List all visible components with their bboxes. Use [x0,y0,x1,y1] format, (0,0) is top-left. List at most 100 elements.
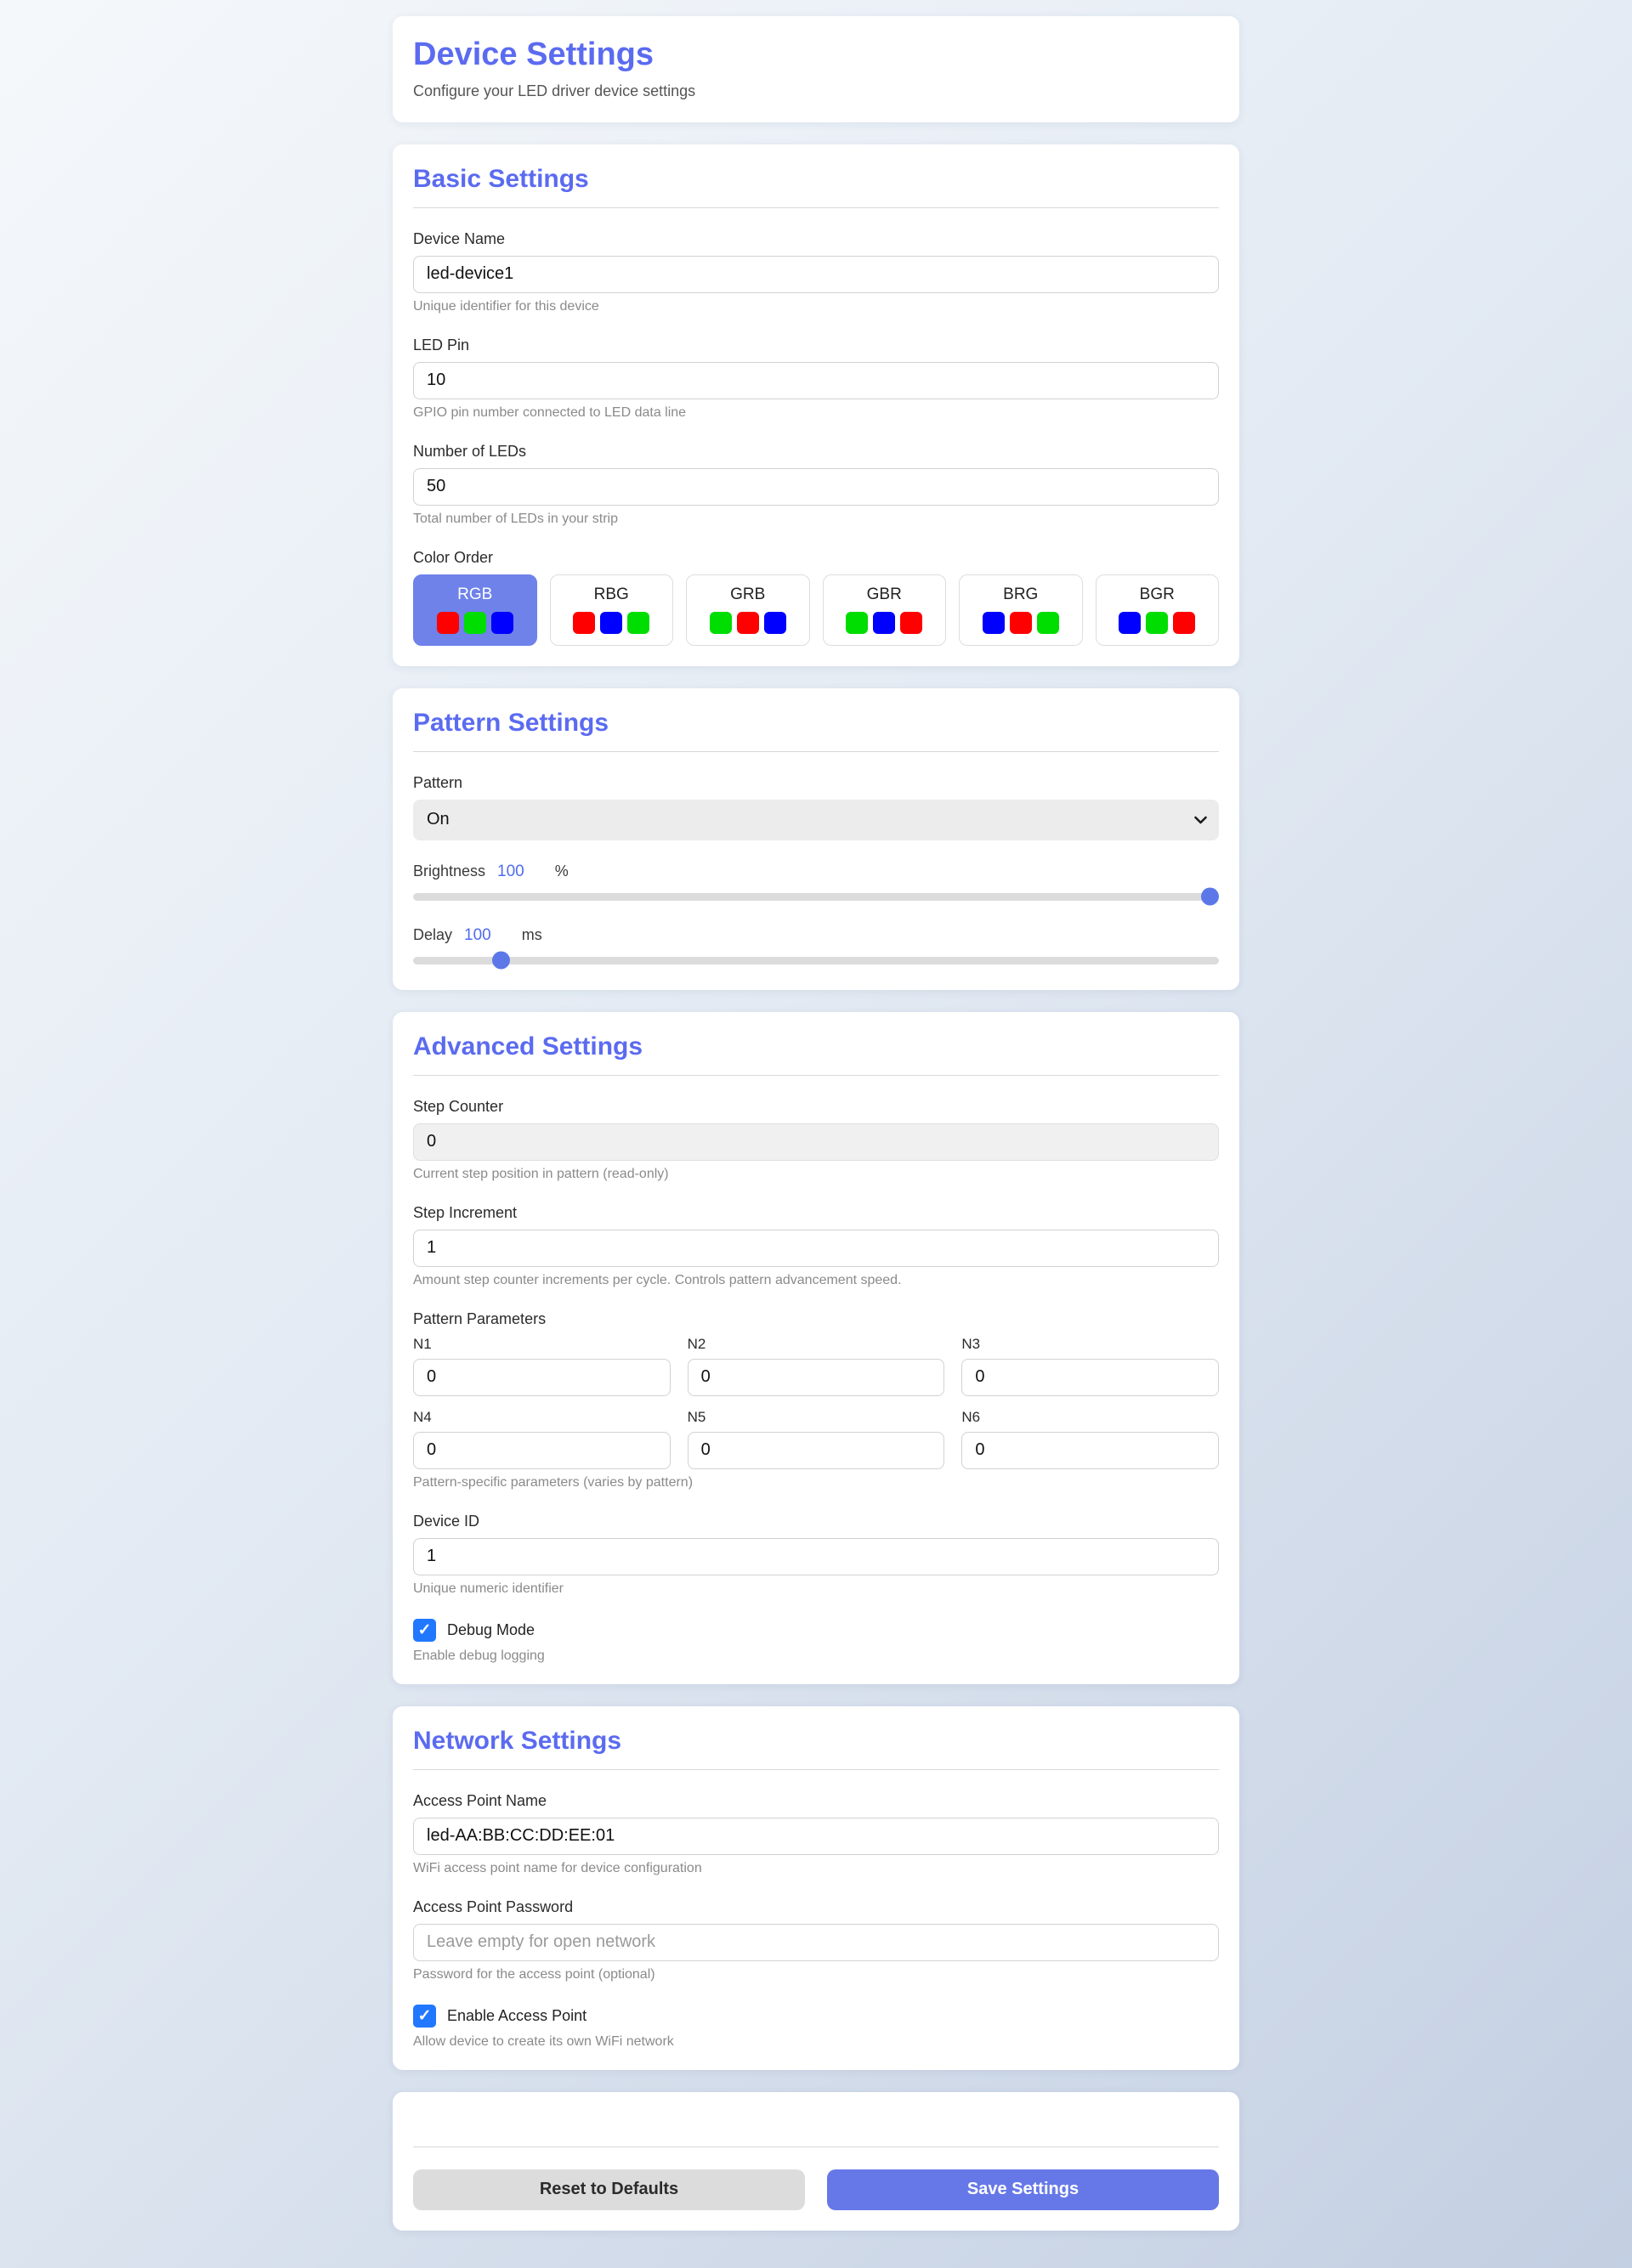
swatch-row [437,612,513,634]
brightness-slider-thumb[interactable] [1201,888,1219,906]
ap-name-hint: WiFi access point name for device config… [413,1861,1219,1876]
reset-defaults-button[interactable]: Reset to Defaults [413,2169,805,2210]
delay-row: Delay 100 ms [413,926,1219,945]
chevron-down-icon [1194,810,1207,829]
color-swatch [710,612,732,634]
check-icon: ✓ [418,2008,432,2024]
step-counter-field-group: Step Counter Current step position in pa… [413,1098,1219,1182]
pattern-settings-title: Pattern Settings [413,709,1219,738]
led-pin-label: LED Pin [413,337,1219,354]
param-n3-input[interactable] [961,1359,1219,1396]
pattern-parameters-hint: Pattern-specific parameters (varies by p… [413,1475,1219,1490]
param-n4-cell: N4 [413,1409,671,1469]
step-counter-label: Step Counter [413,1098,1219,1116]
step-counter-input [413,1123,1219,1161]
debug-mode-row: ✓ Debug Mode [413,1619,1219,1642]
device-name-hint: Unique identifier for this device [413,299,1219,314]
color-order-option-grb[interactable]: GRB [686,574,810,646]
ap-password-input[interactable] [413,1924,1219,1961]
swatch-row [573,612,649,634]
color-swatch [1010,612,1032,634]
ap-name-field-group: Access Point Name WiFi access point name… [413,1792,1219,1876]
num-leds-hint: Total number of LEDs in your strip [413,512,1219,527]
brightness-unit: % [555,863,569,880]
footer-spacer [413,2112,1219,2146]
param-n5-input[interactable] [688,1432,945,1469]
delay-slider-thumb[interactable] [492,952,510,970]
color-swatch [464,612,486,634]
delay-unit: ms [522,926,542,944]
page-title: Device Settings [413,37,1219,74]
param-n6-input[interactable] [961,1432,1219,1469]
delay-slider[interactable] [413,957,1219,964]
device-name-input[interactable] [413,256,1219,293]
ap-name-input[interactable] [413,1818,1219,1855]
color-order-option-label: RGB [457,585,492,604]
ap-password-hint: Password for the access point (optional) [413,1967,1219,1982]
color-swatch [764,612,786,634]
device-id-input[interactable] [413,1538,1219,1575]
param-n6-cell: N6 [961,1409,1219,1469]
step-counter-hint: Current step position in pattern (read-o… [413,1167,1219,1182]
led-pin-field-group: LED Pin GPIO pin number connected to LED… [413,337,1219,421]
param-n4-input[interactable] [413,1432,671,1469]
color-swatch [1119,612,1141,634]
color-order-option-rgb[interactable]: RGB [413,574,537,646]
section-divider [413,207,1219,208]
footer-button-row: Reset to Defaults Save Settings [413,2169,1219,2210]
enable-ap-checkbox[interactable]: ✓ [413,2005,436,2028]
delay-label: Delay [413,926,452,944]
param-n2-input[interactable] [688,1359,945,1396]
param-n1-cell: N1 [413,1336,671,1396]
color-order-label: Color Order [413,549,1219,567]
network-settings-title: Network Settings [413,1727,1219,1756]
color-order-option-brg[interactable]: BRG [959,574,1083,646]
color-swatch [846,612,868,634]
actions-card: Reset to Defaults Save Settings [393,2092,1239,2231]
color-swatch [1173,612,1195,634]
param-n3-cell: N3 [961,1336,1219,1396]
basic-settings-title: Basic Settings [413,165,1219,194]
param-n3-label: N3 [961,1336,1219,1353]
debug-mode-group: ✓ Debug Mode Enable debug logging [413,1619,1219,1664]
swatch-row [1119,612,1195,634]
color-order-option-label: RBG [594,585,629,604]
param-n1-input[interactable] [413,1359,671,1396]
debug-mode-checkbox[interactable]: ✓ [413,1619,436,1642]
device-id-hint: Unique numeric identifier [413,1581,1219,1597]
section-divider [413,751,1219,752]
color-swatch [1146,612,1168,634]
color-swatch [873,612,895,634]
save-settings-button[interactable]: Save Settings [827,2169,1219,2210]
color-swatch [737,612,759,634]
color-swatch [437,612,459,634]
step-increment-input[interactable] [413,1230,1219,1267]
pattern-parameters-label: Pattern Parameters [413,1310,1219,1328]
check-icon: ✓ [418,1622,432,1638]
num-leds-input[interactable] [413,468,1219,506]
swatch-row [846,612,922,634]
led-pin-input[interactable] [413,362,1219,399]
num-leds-label: Number of LEDs [413,443,1219,461]
pattern-select-value: On [427,810,450,829]
color-order-option-bgr[interactable]: BGR [1096,574,1220,646]
brightness-label: Brightness [413,863,485,880]
color-order-option-label: BGR [1140,585,1175,604]
param-n5-label: N5 [688,1409,945,1426]
color-order-option-gbr[interactable]: GBR [823,574,947,646]
ap-name-label: Access Point Name [413,1792,1219,1810]
pattern-parameters-group: Pattern Parameters N1 N2 N3 N4 [413,1310,1219,1490]
delay-value: 100 [464,926,491,945]
color-order-option-label: BRG [1003,585,1038,604]
swatch-row [983,612,1059,634]
pattern-select[interactable]: On [413,800,1219,840]
device-name-field-group: Device Name Unique identifier for this d… [413,230,1219,314]
advanced-settings-title: Advanced Settings [413,1032,1219,1061]
page-header-card: Device Settings Configure your LED drive… [393,16,1239,122]
color-order-option-rbg[interactable]: RBG [550,574,674,646]
device-id-field-group: Device ID Unique numeric identifier [413,1513,1219,1597]
pattern-settings-card: Pattern Settings Pattern On Brightness 1… [393,688,1239,990]
brightness-slider[interactable] [413,893,1219,901]
brightness-row: Brightness 100 % [413,863,1219,881]
color-swatch [627,612,649,634]
